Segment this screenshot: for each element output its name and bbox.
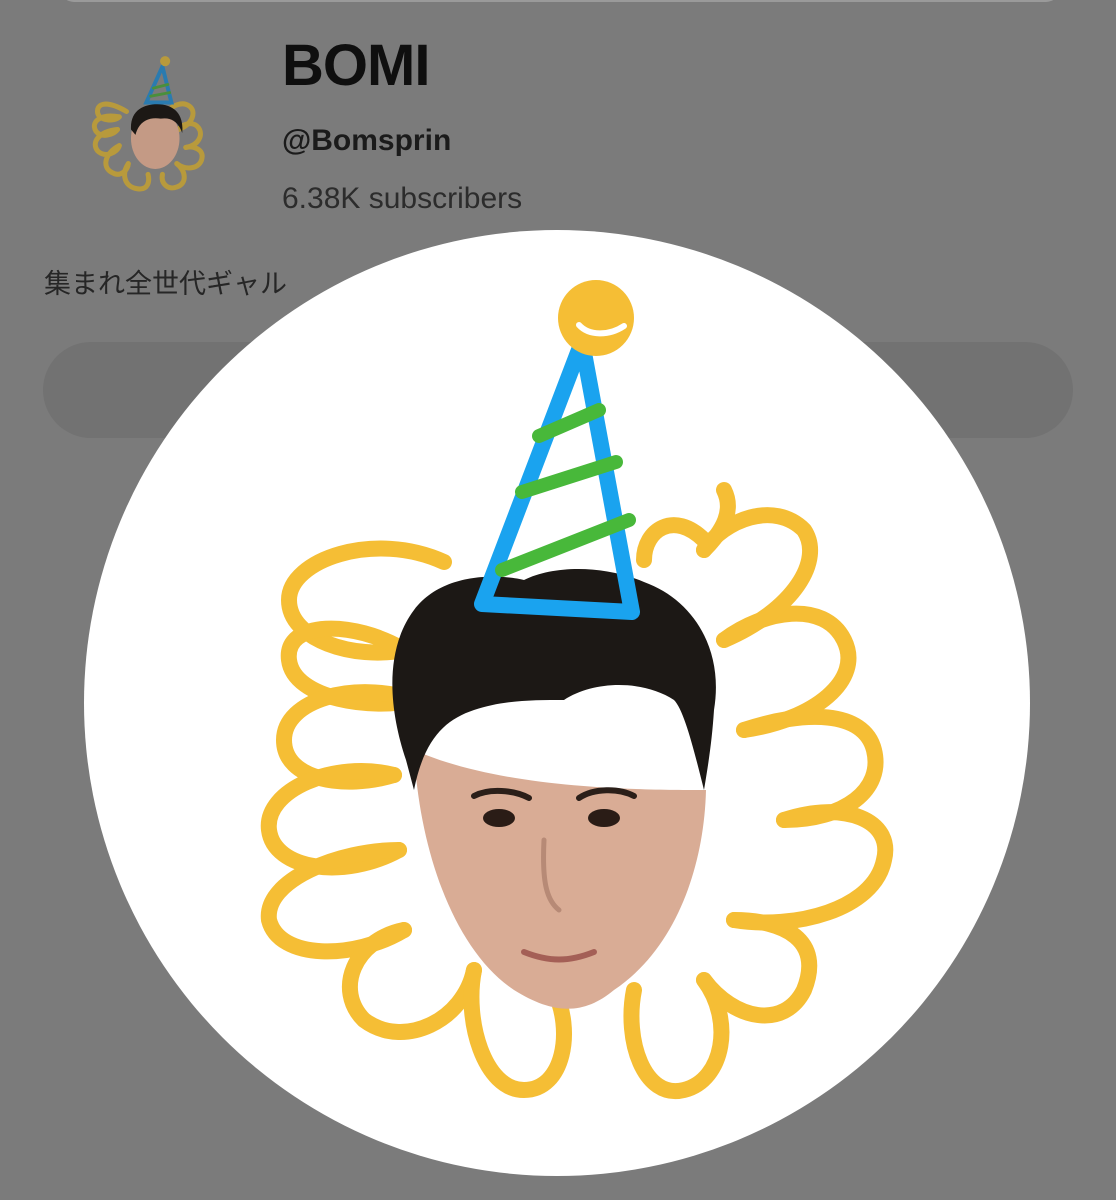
channel-avatar-large [84,230,1030,1176]
channel-name: BOMI [282,33,430,98]
channel-page: BOMI @Bomsprin 6.38K subscribers 集まれ全世代ギ… [0,0,1116,1200]
top-strip [60,0,1060,2]
channel-handle[interactable]: @Bomsprin [282,124,451,158]
channel-avatar-small[interactable] [60,30,230,230]
subscriber-count: 6.38K subscribers [282,182,523,215]
